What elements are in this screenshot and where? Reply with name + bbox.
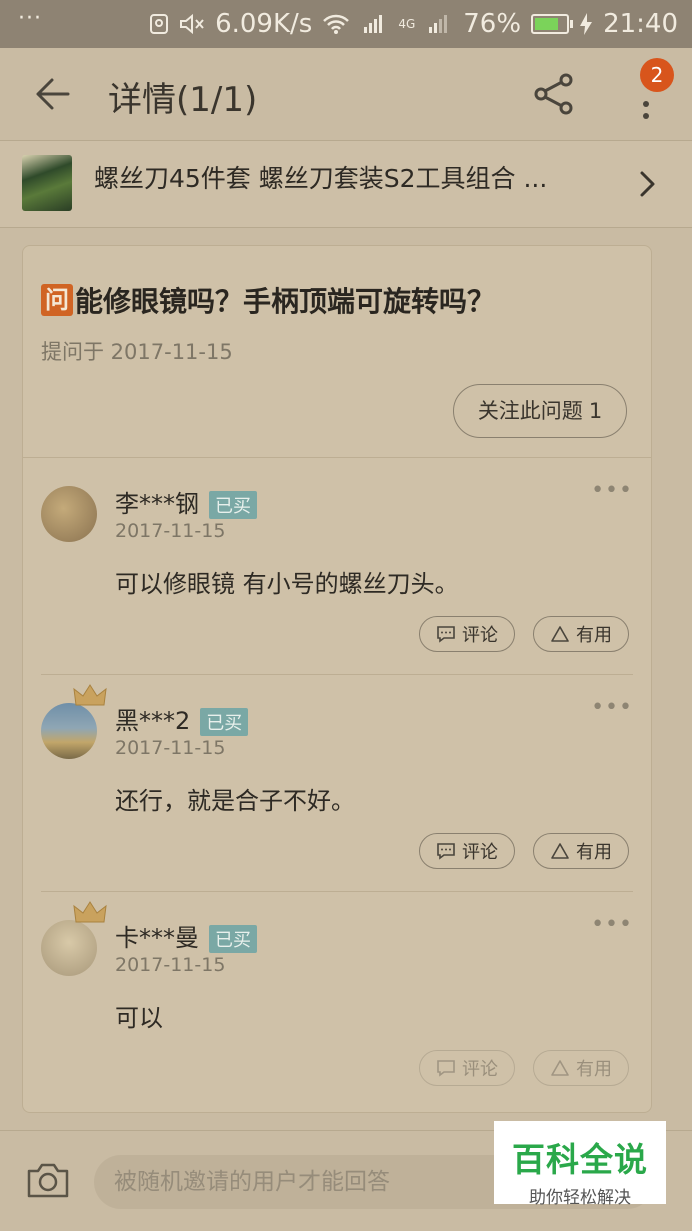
useful-label: 有用 (576, 625, 612, 646)
chevron-right-icon (640, 171, 655, 197)
status-bar: ··· 6.09K/s 4G 76% 21:40 (0, 0, 692, 48)
question-date: 提问于 2017-11-15 (41, 340, 233, 364)
answer-date: 2017-11-15 (115, 520, 226, 542)
answer-more-icon[interactable]: ••• (591, 478, 633, 503)
location-icon (150, 14, 169, 34)
bought-badge: 已买 (209, 925, 257, 953)
question-text: 能修眼镜吗？手柄顶端可旋转吗？ (75, 285, 496, 318)
comment-label: 评论 (462, 625, 498, 646)
question-tag: 问 (41, 284, 73, 316)
username-text: 李***钢 (115, 490, 199, 518)
answer-text: 可以修眼镜 有小号的螺丝刀头。 (115, 570, 459, 598)
crown-icon (73, 684, 107, 706)
watermark-logo: 百科全说 助你轻松解决 (494, 1121, 666, 1208)
answer-date: 2017-11-15 (115, 737, 226, 759)
comment-label: 评论 (462, 842, 498, 863)
charging-icon (580, 13, 593, 35)
battery-fill (535, 18, 558, 30)
answer-text: 还行，就是合子不好。 (115, 787, 355, 815)
follow-count: 1 (588, 399, 603, 423)
status-bar-right: 6.09K/s 4G 76% 21:40 (149, 0, 678, 48)
clock: 21:40 (603, 9, 678, 39)
comment-button[interactable]: 评论 (419, 616, 515, 652)
top-nav: 详情(1/1) 2 (0, 48, 692, 141)
page-title: 详情(1/1) (108, 80, 258, 120)
answer-username: 李***钢 已买 (115, 484, 257, 519)
answer-text: 可以 (115, 1004, 163, 1032)
avatar[interactable] (41, 920, 97, 976)
answer-more-icon[interactable]: ••• (591, 695, 633, 720)
watermark-subtitle: 助你轻松解决 (529, 1188, 631, 1208)
comment-icon (437, 843, 455, 860)
network-speed: 6.09K/s (215, 9, 313, 39)
share-icon[interactable] (532, 72, 576, 116)
answer-item: 李***钢 已买 2017-11-15 可以修眼镜 有小号的螺丝刀头。 ••• 评… (23, 458, 651, 675)
signal-icon (364, 15, 383, 33)
signal-icon-2 (429, 15, 448, 33)
product-name: 螺丝刀45件套 螺丝刀套装S2工具组合 ... (94, 164, 548, 193)
battery-percent: 76% (463, 9, 522, 39)
comment-icon (437, 1060, 455, 1077)
answer-username: 卡***曼 已买 (115, 918, 257, 953)
comment-button[interactable]: 评论 (419, 833, 515, 869)
bought-badge: 已买 (200, 708, 249, 736)
useful-button[interactable]: 有用 (533, 833, 629, 869)
username-text: 卡***曼 (115, 924, 199, 952)
wifi-icon (323, 14, 350, 34)
status-menu-dots: ··· (18, 6, 42, 31)
battery-icon (531, 14, 574, 34)
useful-button[interactable]: 有用 (533, 1050, 629, 1086)
answer-date: 2017-11-15 (115, 954, 226, 976)
triangle-up-icon (551, 1060, 569, 1076)
comment-label: 评论 (462, 1059, 498, 1080)
back-arrow-icon[interactable] (32, 76, 72, 112)
product-thumbnail (22, 155, 72, 211)
question-heading: 问 能修眼镜吗？手柄顶端可旋转吗？ (41, 280, 495, 320)
follow-question-button[interactable]: 关注此问题 1 (453, 384, 627, 438)
crown-icon (73, 901, 107, 923)
avatar[interactable] (41, 703, 97, 759)
mute-icon (180, 13, 204, 35)
triangle-up-icon (551, 843, 569, 859)
comment-button[interactable]: 评论 (419, 1050, 515, 1086)
signal-4g-label: 4G (398, 17, 416, 31)
useful-button[interactable]: 有用 (533, 616, 629, 652)
useful-label: 有用 (576, 842, 612, 863)
answer-item: 卡***曼 已买 2017-11-15 可以 ••• 评论 有用 (23, 892, 651, 1109)
answer-username: 黑***2 已买 (115, 701, 249, 736)
triangle-up-icon (551, 626, 569, 642)
qa-card: 问 能修眼镜吗？手柄顶端可旋转吗？ 提问于 2017-11-15 关注此问题 1 … (22, 245, 652, 1113)
product-link-row[interactable]: 螺丝刀45件套 螺丝刀套装S2工具组合 ... (0, 141, 692, 228)
watermark-title: 百科全说 (512, 1140, 648, 1179)
answer-more-icon[interactable]: ••• (591, 912, 633, 937)
comment-icon (437, 626, 455, 643)
useful-label: 有用 (576, 1059, 612, 1080)
bought-badge: 已买 (209, 491, 257, 519)
username-text: 黑***2 (115, 707, 191, 735)
answer-item: 黑***2 已买 2017-11-15 还行，就是合子不好。 ••• 评论 有用 (23, 675, 651, 892)
follow-label: 关注此问题 (477, 399, 583, 423)
notification-badge: 2 (640, 58, 674, 92)
camera-icon[interactable] (26, 1161, 70, 1199)
avatar[interactable] (41, 486, 97, 542)
